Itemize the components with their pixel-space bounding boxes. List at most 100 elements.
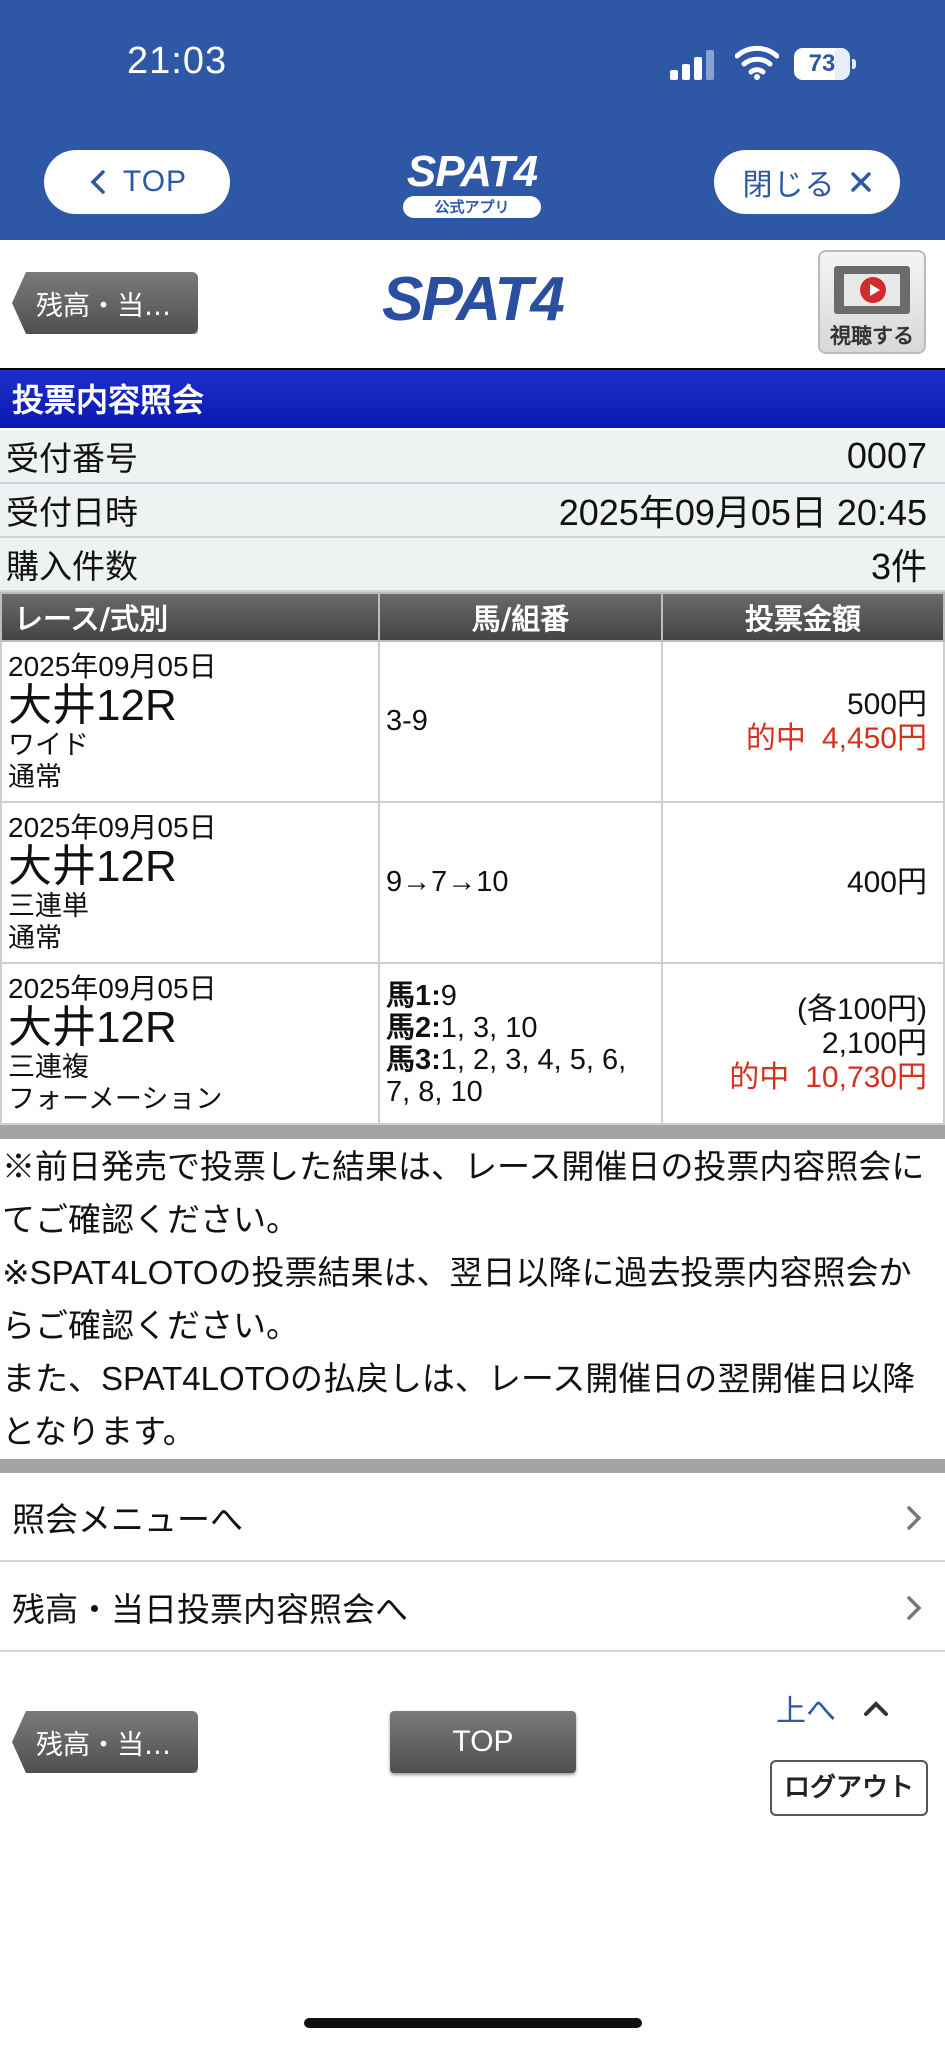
note-previous-day: ※前日発売で投票した結果は、レース開催日の投票内容照会にてご確認ください。: [2, 1148, 925, 1238]
table-row: 2025年09月05日 大井12R 三連単 通常 9→7→10 400円: [0, 801, 945, 964]
section-title: 投票内容照会: [0, 368, 945, 428]
combo-value: 9→7→10: [386, 866, 509, 898]
combo-value: 9: [440, 979, 457, 1012]
app-logo-subtitle: 公式アプリ: [403, 196, 541, 218]
hit-label: 的中: [745, 721, 806, 755]
inquiry-menu-label: 照会メニューへ: [12, 1500, 243, 1539]
back-to-balance-button[interactable]: 残高・当…: [12, 272, 198, 334]
bet-amount: 500円: [846, 687, 927, 721]
receipt-number-row: 受付番号 0007: [0, 430, 945, 484]
combo-value: 3-9: [386, 705, 428, 737]
receipt-number-label: 受付番号: [6, 439, 138, 478]
bet-method: 通常: [8, 761, 62, 792]
receipt-datetime-value: 2025年09月05日 20:45: [558, 492, 927, 533]
home-indicator: [304, 2018, 642, 2028]
bet-type: ワイド: [8, 729, 89, 760]
purchase-count-row: 購入件数 3件: [0, 538, 945, 592]
footer-back-label: 残高・当…: [36, 1729, 171, 1761]
unit-amount: (各100円): [796, 992, 927, 1026]
back-button-label: 残高・当…: [36, 290, 171, 322]
race-cell: 2025年09月05日 大井12R 三連複 フォーメーション: [0, 962, 380, 1125]
hit-result: 的中 4,450円: [663, 722, 927, 756]
hit-result: 的中 10,730円: [663, 1061, 927, 1095]
app-top-button[interactable]: TOP: [44, 150, 230, 214]
combo-horse-3: 馬3:1, 2, 3, 4, 5, 6,: [386, 1044, 661, 1076]
combo-horse-3-cont: 7, 8, 10: [386, 1075, 483, 1108]
hit-label: 的中: [729, 1060, 790, 1094]
receipt-number-value: 0007: [846, 435, 927, 476]
hit-amount: 4,450円: [821, 721, 927, 755]
combo-cell: 9→7→10: [378, 801, 663, 964]
inquiry-menu-link[interactable]: 照会メニューへ: [0, 1474, 945, 1562]
bet-type: 三連単: [8, 890, 89, 921]
battery-icon: 73: [794, 48, 858, 80]
close-icon: [850, 172, 871, 192]
logout-button[interactable]: ログアウト: [770, 1760, 928, 1816]
table-row: 2025年09月05日 大井12R ワイド 通常 3-9 500円 的中 4,45…: [0, 640, 945, 803]
column-header-race: レース/式別: [0, 592, 380, 642]
watch-video-button[interactable]: 視聴する: [818, 250, 926, 354]
race-name: 大井12R: [8, 841, 177, 891]
amount-cell: 500円 的中 4,450円: [661, 640, 945, 803]
combo-value: 1, 2, 3, 4, 5, 6,: [440, 1043, 627, 1076]
purchase-count-label: 購入件数: [6, 547, 138, 586]
receipt-datetime-row: 受付日時 2025年09月05日 20:45: [0, 484, 945, 538]
scroll-up-label: 上へ: [776, 1694, 836, 1729]
chevron-right-icon: [907, 1506, 922, 1530]
column-header-amount: 投票金額: [661, 592, 945, 642]
amount-cell: (各100円) 2,100円 的中 10,730円: [661, 962, 945, 1125]
combo-label: 馬2:: [386, 1011, 441, 1044]
bet-amount: 400円: [846, 865, 927, 899]
table-header-row: レース/式別 馬/組番 投票金額: [0, 592, 945, 642]
spat4-app-logo: SPAT4 公式アプリ: [398, 150, 546, 220]
video-film-icon: [834, 266, 910, 314]
bet-table: レース/式別 馬/組番 投票金額 2025年09月05日 大井12R ワイド 通…: [0, 592, 945, 1125]
race-name: 大井12R: [8, 1002, 177, 1052]
footer-top-button[interactable]: TOP: [390, 1711, 576, 1773]
status-time: 21:03: [127, 40, 228, 82]
battery-percent: 73: [808, 50, 836, 77]
bet-method: フォーメーション: [8, 1083, 223, 1114]
divider: [0, 1125, 945, 1139]
divider: [0, 1459, 945, 1473]
bet-method: 通常: [8, 922, 62, 953]
combo-cell: 馬1:9 馬2:1, 3, 10 馬3:1, 2, 3, 4, 5, 6, 7,…: [378, 962, 663, 1125]
scroll-up-link[interactable]: 上へ: [776, 1686, 890, 1730]
note-loto-payout: また、SPAT4LOTOの払戻しは、レース開催日の翌開催日以降となります。: [2, 1360, 916, 1450]
close-button[interactable]: 閉じる: [714, 150, 900, 214]
cellular-signal-icon: [670, 50, 714, 80]
combo-cell: 3-9: [378, 640, 663, 803]
receipt-datetime-label: 受付日時: [6, 493, 138, 532]
race-date: 2025年09月05日: [8, 972, 217, 1004]
chevron-up-icon: [864, 1701, 888, 1716]
balance-inquiry-label: 残高・当日投票内容照会へ: [12, 1590, 408, 1629]
app-logo-text: SPAT4: [406, 147, 538, 196]
bet-amount: 2,100円: [821, 1026, 927, 1060]
combo-label: 馬3:: [386, 1043, 441, 1076]
race-date: 2025年09月05日: [8, 650, 217, 682]
column-header-combo: 馬/組番: [378, 592, 663, 642]
table-row: 2025年09月05日 大井12R 三連複 フォーメーション 馬1:9 馬2:1…: [0, 962, 945, 1125]
spat4-logo: SPAT4: [382, 265, 565, 334]
amount-cell: 400円: [661, 801, 945, 964]
footer-back-button[interactable]: 残高・当…: [12, 1711, 198, 1773]
combo-horse-2: 馬2:1, 3, 10: [386, 1012, 661, 1044]
combo-value: 1, 3, 10: [440, 1011, 538, 1044]
combo-label: 馬1:: [386, 979, 441, 1012]
app-header: 21:03 73 TOP SPAT4 公式アプリ 閉じる: [0, 0, 945, 240]
chevron-left-icon: [90, 170, 105, 194]
note-loto-result: ※SPAT4LOTOの投票結果は、翌日以降に過去投票内容照会からご確認ください。: [2, 1254, 912, 1344]
chevron-right-icon: [907, 1596, 922, 1620]
race-name: 大井12R: [8, 680, 177, 730]
close-button-label: 閉じる: [742, 169, 836, 202]
watch-button-label: 視聴する: [830, 324, 914, 348]
race-date: 2025年09月05日: [8, 811, 217, 843]
bet-type: 三連複: [8, 1051, 89, 1082]
race-cell: 2025年09月05日 大井12R 三連単 通常: [0, 801, 380, 964]
purchase-count-value: 3件: [870, 546, 927, 587]
wifi-icon: [735, 45, 779, 80]
balance-inquiry-link[interactable]: 残高・当日投票内容照会へ: [0, 1564, 945, 1652]
app-top-button-label: TOP: [122, 165, 188, 198]
notes: ※前日発売で投票した結果は、レース開催日の投票内容照会にてご確認ください。 ※S…: [2, 1140, 942, 1458]
combo-horse-1: 馬1:9: [386, 980, 661, 1012]
